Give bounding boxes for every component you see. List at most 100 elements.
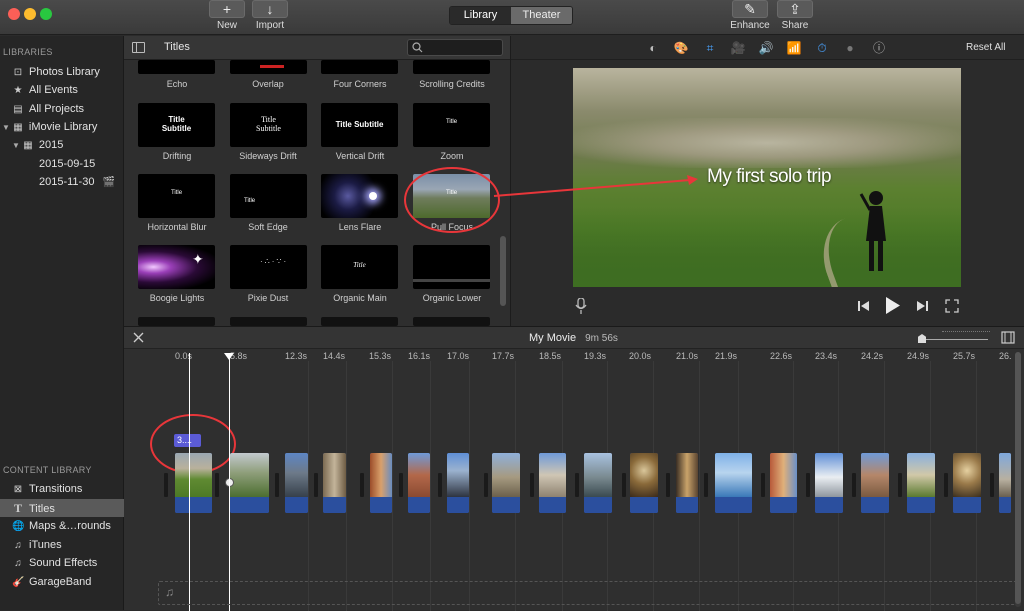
color-balance-icon[interactable]: ◐ <box>645 40 661 56</box>
sidebar-item-2015-09-15[interactable]: 2015-09-15 <box>0 155 124 173</box>
title-thumbnail-horizontal-blur[interactable]: Title <box>138 174 215 218</box>
title-thumbnail-zoom[interactable]: Title <box>413 103 490 147</box>
disclosure-triangle-icon[interactable]: ▼ <box>2 123 10 132</box>
speed-icon[interactable]: ⏱ <box>814 40 830 56</box>
title-thumbnail-sideways-drift[interactable]: Title Subtitle <box>230 103 307 147</box>
sidebar-item-imovie-library[interactable]: ▼ ▦ iMovie Library <box>0 118 124 136</box>
sidebar-item-2015-11-30[interactable]: 2015-11-30 🎬 <box>0 173 124 191</box>
title-thumbnail[interactable] <box>138 317 215 326</box>
title-thumbnail-four-corners[interactable] <box>321 60 398 74</box>
crop-icon[interactable]: ⌗ <box>702 40 718 56</box>
sidebar-item-photos-library[interactable]: ⊡ Photos Library <box>0 63 124 81</box>
filmstrip-settings-icon[interactable] <box>1001 331 1015 344</box>
video-clip[interactable] <box>770 453 797 513</box>
disclosure-triangle-icon[interactable]: ▼ <box>12 141 20 150</box>
volume-icon[interactable]: 🔊 <box>758 40 774 56</box>
title-thumbnail[interactable] <box>321 317 398 326</box>
stabilization-icon[interactable]: 🎥 <box>730 40 746 56</box>
enhance-label: Enhance <box>730 20 770 31</box>
video-clip[interactable] <box>999 453 1011 513</box>
sidebar-item-label: 2015-11-30 <box>39 176 95 188</box>
import-button[interactable]: ↓ Import <box>250 0 290 31</box>
skip-forward-icon[interactable] <box>916 300 928 312</box>
title-overlay-text[interactable]: My first solo trip <box>707 166 832 188</box>
sidebar-item-label: iTunes <box>29 539 62 551</box>
music-well[interactable] <box>158 581 1018 605</box>
reset-all-button[interactable]: Reset All <box>966 42 1005 53</box>
share-button[interactable]: ⇪ Share <box>775 0 815 31</box>
title-thumbnail[interactable] <box>413 317 490 326</box>
adjustment-toolbar: ◐ 🎨 ⌗ 🎥 🔊 📶 ⏱ ● ⓘ Reset All <box>511 36 1024 60</box>
title-thumbnail-vertical-drift[interactable]: Title Subtitle <box>321 103 398 147</box>
video-clip[interactable] <box>230 453 269 513</box>
library-tab[interactable]: Library <box>450 7 511 24</box>
new-button[interactable]: + New <box>207 0 247 31</box>
enhance-button[interactable]: ✎ Enhance <box>730 0 770 31</box>
video-clip[interactable] <box>861 453 889 513</box>
title-thumbnail[interactable] <box>230 317 307 326</box>
video-clip[interactable] <box>492 453 520 513</box>
minimize-window-button[interactable] <box>24 8 36 20</box>
close-window-button[interactable] <box>8 8 20 20</box>
tick-label: 23.4s <box>815 351 838 361</box>
title-thumbnail-pixie-dust[interactable]: ·∴·∵· <box>230 245 307 289</box>
video-clip[interactable] <box>175 453 212 513</box>
video-clip[interactable] <box>815 453 843 513</box>
video-clip[interactable] <box>285 453 308 513</box>
video-clip[interactable] <box>323 453 346 513</box>
filter-icon[interactable]: ● <box>842 40 858 56</box>
skip-back-icon[interactable] <box>858 300 870 312</box>
video-clip[interactable] <box>584 453 612 513</box>
title-thumbnail-drifting[interactable]: Title Subtitle <box>138 103 215 147</box>
browser-scrollbar[interactable] <box>500 236 506 306</box>
share-label: Share <box>781 20 809 31</box>
video-clip[interactable] <box>370 453 392 513</box>
title-thumbnail-scrolling-credits[interactable] <box>413 60 490 74</box>
zoom-slider-knob[interactable] <box>918 334 926 343</box>
sidebar-item-2015[interactable]: ▼ ▦ 2015 <box>0 136 124 154</box>
title-thumbnail-lens-flare[interactable] <box>321 174 398 218</box>
video-clip[interactable] <box>408 453 430 513</box>
zoom-slider-track[interactable] <box>920 339 988 340</box>
title-thumbnail-boogie-lights[interactable]: ✦ <box>138 245 215 289</box>
sidebar-item-all-projects[interactable]: ▤ All Projects <box>0 100 124 118</box>
info-icon[interactable]: ⓘ <box>871 40 887 56</box>
sidebar-item-maps-backgrounds[interactable]: 🌐 Maps &…rounds <box>0 517 124 535</box>
title-thumbnail-overlap[interactable] <box>230 60 307 74</box>
view-segmented-control: Library Theater <box>449 6 573 25</box>
sidebar-item-titles[interactable]: T Titles <box>0 499 124 517</box>
search-field[interactable] <box>407 39 503 56</box>
title-thumbnail-echo[interactable] <box>138 60 215 74</box>
microphone-icon[interactable] <box>575 298 587 314</box>
play-icon[interactable] <box>885 297 901 314</box>
video-clip[interactable] <box>539 453 566 513</box>
title-thumbnail-organic-lower[interactable] <box>413 245 490 289</box>
title-thumbnail-soft-edge[interactable]: Title <box>230 174 307 218</box>
sidebar-item-itunes[interactable]: ♫ iTunes <box>0 536 124 554</box>
video-clip[interactable] <box>953 453 981 513</box>
thumb-text: Title <box>445 119 458 125</box>
video-clip[interactable] <box>907 453 935 513</box>
sidebar-item-garageband[interactable]: 🎸 GarageBand <box>0 573 124 591</box>
sidebar-item-all-events[interactable]: ★ All Events <box>0 81 124 99</box>
annotation-circle <box>404 167 500 233</box>
video-clip[interactable] <box>715 453 752 513</box>
theater-tab[interactable]: Theater <box>511 7 572 24</box>
title-thumbnail-organic-main[interactable]: Title <box>321 245 398 289</box>
video-clip[interactable] <box>630 453 658 513</box>
close-icon[interactable] <box>133 332 144 343</box>
tick-label: 17.7s <box>492 351 515 361</box>
timeline-scrollbar[interactable] <box>1015 352 1021 607</box>
video-clip[interactable] <box>676 453 698 513</box>
video-clip[interactable] <box>447 453 469 513</box>
timeline-header: My Movie 9m 56s <box>124 327 1024 349</box>
sidebar-item-transitions[interactable]: ⊠ Transitions <box>0 480 124 498</box>
sidebar-toggle-icon[interactable] <box>132 42 145 53</box>
zoom-window-button[interactable] <box>40 8 52 20</box>
color-correction-icon[interactable]: 🎨 <box>673 40 689 56</box>
equalizer-icon[interactable]: 📶 <box>786 40 802 56</box>
playhead-marker[interactable] <box>224 353 234 360</box>
fullscreen-icon[interactable] <box>945 299 959 313</box>
playhead-line[interactable] <box>229 353 230 611</box>
sidebar-item-sound-effects[interactable]: ♫ Sound Effects <box>0 554 124 572</box>
